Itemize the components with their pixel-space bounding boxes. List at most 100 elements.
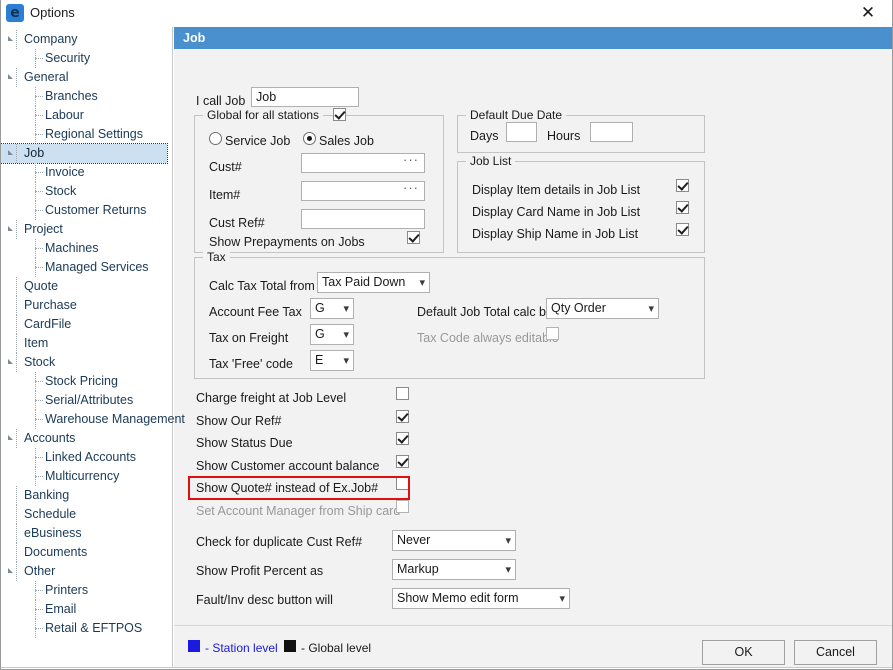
global-for-all-stations-checkbox[interactable] [333,108,346,121]
chevron-down-icon: ▾ [648,299,654,318]
sales-job-radio[interactable] [303,132,316,145]
option-row-checkbox[interactable] [396,500,409,513]
sidebar-item-job[interactable]: Job [1,144,167,163]
tax-on-freight-select[interactable]: G ▾ [310,324,354,345]
tax-free-code-select[interactable]: E ▾ [310,350,354,371]
select-row-dropdown[interactable]: Never▾ [392,530,516,551]
job-list-row-checkbox[interactable] [676,223,689,236]
sidebar-item-ebusiness[interactable]: eBusiness [1,524,172,543]
expand-arrow-icon[interactable] [8,74,13,79]
select-row-dropdown[interactable]: Show Memo edit form▾ [392,588,570,609]
expand-arrow-icon[interactable] [8,36,13,41]
cust-ref-input[interactable] [301,209,425,229]
sidebar-item-label: Banking [24,488,69,502]
expand-arrow-icon[interactable] [8,150,13,155]
sidebar-item-accounts[interactable]: Accounts [1,429,172,448]
sidebar-item-managed-services[interactable]: Managed Services [1,258,172,277]
sidebar-item-stock[interactable]: Stock [1,182,172,201]
sidebar-item-stock[interactable]: Stock [1,353,172,372]
sidebar-item-stock-pricing[interactable]: Stock Pricing [1,372,172,391]
default-due-date-group: Default Due Date Days Hours [457,115,705,153]
chevron-down-icon: ▾ [559,589,565,608]
option-row-checkbox[interactable] [396,387,409,400]
days-input[interactable] [506,122,537,142]
default-due-date-title: Default Due Date [466,108,566,122]
job-list-row-checkbox[interactable] [676,201,689,214]
sidebar-item-invoice[interactable]: Invoice [1,163,172,182]
sidebar-item-machines[interactable]: Machines [1,239,172,258]
item-num-input[interactable] [301,181,425,201]
expand-arrow-icon[interactable] [8,568,13,573]
option-row-checkbox[interactable] [396,455,409,468]
option-row-checkbox[interactable] [396,410,409,423]
tax-on-freight-value: G [315,327,325,341]
job-list-title: Job List [466,154,515,168]
sidebar-item-linked-accounts[interactable]: Linked Accounts [1,448,172,467]
sidebar-item-purchase[interactable]: Purchase [1,296,172,315]
option-row-label: Show Customer account balance [196,459,379,473]
expand-arrow-icon[interactable] [8,226,13,231]
station-level-legend: - Station level [205,641,278,655]
sidebar-item-cardfile[interactable]: CardFile [1,315,172,334]
global-group-title: Global for all stations [207,108,319,122]
close-icon[interactable]: ✕ [846,0,890,26]
tax-free-code-value: E [315,353,323,367]
sidebar-item-banking[interactable]: Banking [1,486,172,505]
sidebar-item-label: Security [45,51,90,65]
sidebar-item-project[interactable]: Project [1,220,172,239]
cancel-button[interactable]: Cancel [794,640,877,665]
service-job-radio[interactable] [209,132,222,145]
expand-arrow-icon[interactable] [8,359,13,364]
chevron-down-icon: ▾ [343,299,349,318]
station-level-swatch [188,640,200,652]
tax-code-always-editable-checkbox[interactable] [546,327,559,340]
sidebar-item-serial-attributes[interactable]: Serial/Attributes [1,391,172,410]
sidebar-item-label: Stock Pricing [45,374,118,388]
sidebar-item-branches[interactable]: Branches [1,87,172,106]
sidebar-item-company[interactable]: Company [1,30,172,49]
sidebar-item-schedule[interactable]: Schedule [1,505,172,524]
sidebar-item-email[interactable]: Email [1,600,172,619]
sidebar-item-label: Machines [45,241,99,255]
sidebar-item-item[interactable]: Item [1,334,172,353]
job-list-row-checkbox[interactable] [676,179,689,192]
show-prepayments-checkbox[interactable] [407,231,420,244]
sidebar-item-label: Regional Settings [45,127,143,141]
select-row-dropdown[interactable]: Markup▾ [392,559,516,580]
option-row-label: Charge freight at Job Level [196,391,346,405]
chevron-down-icon: ▾ [343,325,349,344]
sidebar-item-label: eBusiness [24,526,82,540]
sidebar-item-other[interactable]: Other [1,562,172,581]
cust-num-input[interactable] [301,153,425,173]
default-job-total-calc-by-select[interactable]: Qty Order ▾ [546,298,659,319]
sidebar-item-security[interactable]: Security [1,49,172,68]
option-row-checkbox[interactable] [396,432,409,445]
expand-arrow-icon[interactable] [8,435,13,440]
i-call-job-input[interactable]: Job [251,87,359,107]
options-dialog: e Options ✕ CompanySecurityGeneralBranch… [0,0,893,670]
sidebar-item-warehouse-management[interactable]: Warehouse Management [1,410,172,429]
select-row-value: Never [397,533,430,547]
sidebar-item-regional-settings[interactable]: Regional Settings [1,125,172,144]
sidebar-item-customer-returns[interactable]: Customer Returns [1,201,172,220]
sidebar-item-label: CardFile [24,317,71,331]
settings-tree[interactable]: Company Security GeneralBranchesLabour Regi… [1,27,173,670]
hours-input[interactable] [590,122,633,142]
sidebar-item-label: Quote [24,279,58,293]
sidebar-item-documents[interactable]: Documents [1,543,172,562]
page-title: Job [174,27,893,49]
sidebar-item-labour[interactable]: Labour [1,106,172,125]
sidebar-item-quote[interactable]: Quote [1,277,172,296]
account-fee-tax-select[interactable]: G ▾ [310,298,354,319]
content-panel: Job I call Job Job Global for all statio… [174,27,893,670]
sidebar-item-label: Stock [24,355,55,369]
calc-tax-total-from-select[interactable]: Tax Paid Down ▾ [317,272,430,293]
sidebar-item-label: Customer Returns [45,203,146,217]
sidebar-item-general[interactable]: General [1,68,172,87]
select-row-label: Check for duplicate Cust Ref# [196,535,362,549]
sidebar-item-multicurrency[interactable]: Multicurrency [1,467,172,486]
select-row-value: Markup [397,562,439,576]
ok-button[interactable]: OK [702,640,785,665]
sidebar-item-printers[interactable]: Printers [1,581,172,600]
sidebar-item-retail-eftpos[interactable]: Retail & EFTPOS [1,619,172,638]
